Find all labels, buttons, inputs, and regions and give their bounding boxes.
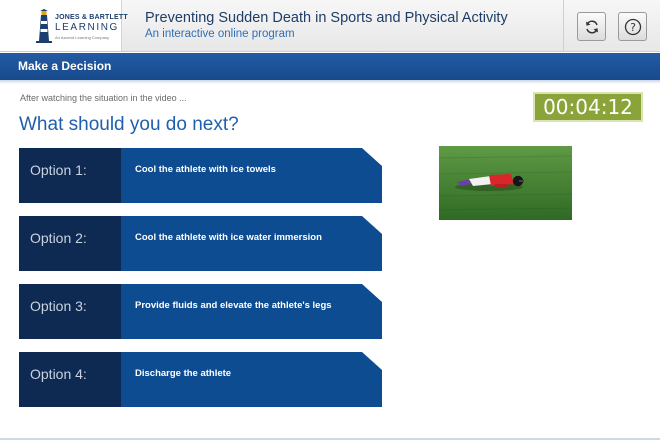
refresh-icon	[585, 20, 598, 33]
countdown-timer: 00:04:12	[533, 92, 643, 122]
logo-tagline: An Ascend Learning Company	[55, 35, 110, 40]
help-button[interactable]: ?	[618, 12, 647, 41]
instruction-text: After watching the situation in the vide…	[20, 93, 187, 103]
option-2-button[interactable]: Option 2: Cool the athlete with ice wate…	[19, 216, 382, 271]
option-4-button[interactable]: Option 4: Discharge the athlete	[19, 352, 382, 407]
logo-text-line1: JONES & BARTLETT	[55, 14, 128, 21]
logo-text-line2: LEARNING	[55, 22, 119, 33]
publisher-logo: JONES & BARTLETT LEARNING An Ascend Lear…	[0, 0, 128, 51]
option-1-button[interactable]: Option 1: Cool the athlete with ice towe…	[19, 148, 382, 203]
help-icon: ?	[624, 18, 641, 35]
option-2-text: Cool the athlete with ice water immersio…	[135, 232, 322, 243]
question-heading: What should you do next?	[19, 114, 239, 135]
option-2-number: Option 2:	[30, 230, 87, 246]
section-bar: Make a Decision	[0, 53, 660, 80]
option-3-text: Provide fluids and elevate the athlete's…	[135, 300, 332, 311]
section-shadow	[0, 80, 660, 84]
option-4-number: Option 4:	[30, 366, 87, 382]
option-4-text: Discharge the athlete	[135, 368, 232, 379]
section-title: Make a Decision	[18, 59, 112, 73]
app-title: Preventing Sudden Death in Sports and Ph…	[145, 10, 508, 26]
lighthouse-logo-icon	[36, 9, 52, 43]
app-subtitle: An interactive online program	[145, 28, 295, 40]
option-1-number: Option 1:	[30, 162, 87, 178]
collapsed-athlete-illustration	[439, 146, 572, 220]
option-3-number: Option 3:	[30, 298, 87, 314]
refresh-button[interactable]	[577, 12, 606, 41]
svg-text:?: ?	[630, 21, 636, 34]
header-divider	[563, 0, 564, 51]
scenario-image	[439, 146, 572, 220]
option-3-button[interactable]: Option 3: Provide fluids and elevate the…	[19, 284, 382, 339]
option-1-text: Cool the athlete with ice towels	[135, 164, 276, 175]
app-header: JONES & BARTLETT LEARNING An Ascend Lear…	[0, 0, 660, 52]
